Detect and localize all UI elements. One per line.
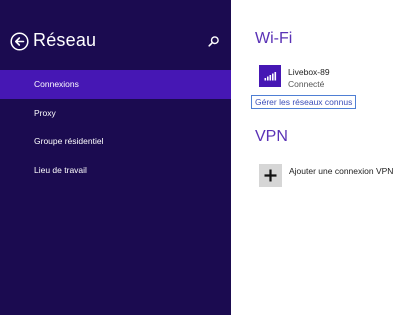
sidebar-item-connexions[interactable]: Connexions	[0, 70, 231, 99]
sidebar-item-label: Proxy	[34, 107, 56, 118]
settings-content: Wi-Fi Livebox-89 Connecté Gérer les rése…	[231, 0, 405, 315]
search-button[interactable]	[207, 35, 220, 48]
back-arrow-circle-icon	[10, 32, 29, 51]
sidebar-header: Réseau	[0, 0, 231, 70]
sidebar-item-lieu-de-travail[interactable]: Lieu de travail	[0, 156, 231, 185]
sidebar-item-label: Groupe résidentiel	[34, 136, 104, 146]
wifi-section-title: Wi-Fi	[255, 30, 293, 47]
page-title: Réseau	[33, 30, 97, 50]
manage-known-networks-link[interactable]: Gérer les réseaux connus	[251, 95, 357, 109]
wifi-network-item[interactable]: Livebox-89 Connecté	[259, 64, 379, 92]
sidebar-item-label: Connexions	[34, 79, 79, 89]
plus-icon	[264, 169, 277, 182]
add-vpn-label: Ajouter une connexion VPN	[289, 166, 394, 176]
add-vpn-connection-button[interactable]: Ajouter une connexion VPN	[259, 164, 399, 188]
add-tile	[259, 164, 282, 187]
sidebar-item-label: Lieu de travail	[34, 164, 87, 175]
network-tile	[259, 65, 281, 87]
settings-nav: Connexions Proxy Groupe résidentiel Lieu…	[0, 70, 231, 184]
wifi-signal-icon	[264, 72, 277, 81]
sidebar-item-groupe-residentiel[interactable]: Groupe résidentiel	[0, 127, 231, 156]
settings-sidebar: Réseau Connexions Proxy Groupe résidenti…	[0, 0, 231, 315]
network-status: Connecté	[288, 79, 325, 89]
back-button[interactable]	[10, 32, 29, 51]
sidebar-item-proxy[interactable]: Proxy	[0, 99, 231, 128]
vpn-section-title: VPN	[255, 128, 288, 145]
search-icon	[208, 36, 219, 47]
network-name: Livebox-89	[288, 67, 330, 77]
